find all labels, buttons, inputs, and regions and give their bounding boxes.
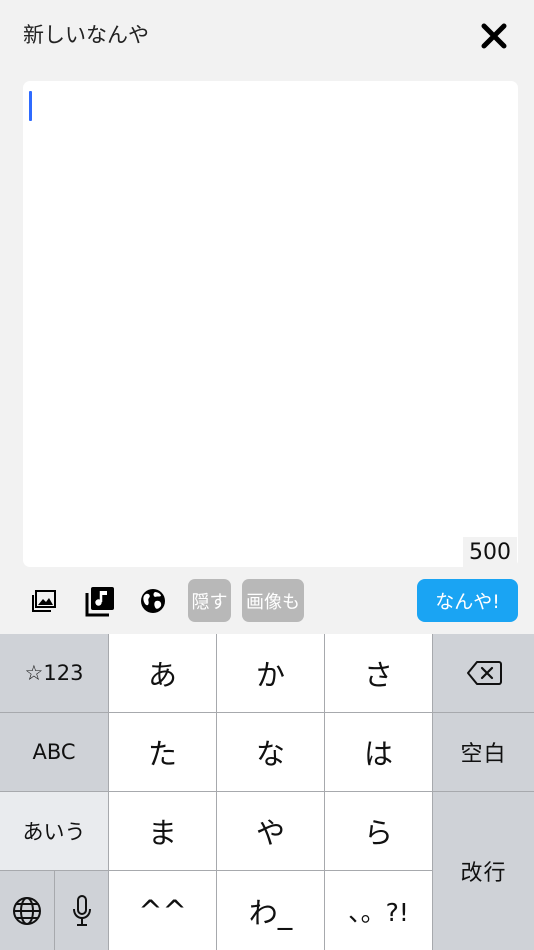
kana-key-ha[interactable]: は	[325, 713, 432, 791]
globe-icon	[141, 589, 165, 613]
punctuation-key[interactable]: 、。?!	[325, 871, 432, 950]
music-button[interactable]	[80, 583, 118, 619]
return-key[interactable]: 改行	[433, 792, 534, 950]
kana-key-wa[interactable]: わ_	[217, 871, 324, 950]
header: 新しいなんや	[0, 0, 534, 70]
close-icon	[481, 23, 507, 49]
japanese-keyboard: ☆123 ABC あいう あ か さ た な は ま や ら ^^ わ_ 、。?…	[0, 634, 534, 950]
globe-key[interactable]	[0, 871, 54, 950]
image-icon	[32, 590, 56, 612]
kana-key-ka[interactable]: か	[217, 634, 324, 712]
kana-key-ta[interactable]: た	[109, 713, 216, 791]
globe-icon	[13, 896, 41, 925]
character-counter: 500	[463, 537, 517, 567]
backspace-icon	[466, 661, 502, 685]
numbers-key[interactable]: ☆123	[0, 634, 108, 712]
image-button[interactable]	[25, 583, 63, 619]
close-button[interactable]	[476, 19, 512, 53]
dakuten-key[interactable]: ^^	[109, 871, 216, 950]
text-caret	[29, 91, 32, 121]
post-text-input[interactable]	[23, 81, 518, 567]
kana-key-na[interactable]: な	[217, 713, 324, 791]
kana-key-a[interactable]: あ	[109, 634, 216, 712]
space-key[interactable]: 空白	[433, 713, 534, 791]
hiragana-key[interactable]: あいう	[0, 792, 108, 870]
music-library-icon	[85, 586, 114, 616]
abc-key[interactable]: ABC	[0, 713, 108, 791]
submit-button[interactable]: なんや!	[417, 579, 518, 622]
image-toggle[interactable]: 画像も	[242, 579, 304, 622]
microphone-icon	[72, 894, 91, 926]
kana-key-ra[interactable]: ら	[325, 792, 432, 870]
backspace-key[interactable]	[433, 634, 534, 712]
kana-key-ya[interactable]: や	[217, 792, 324, 870]
kana-key-sa[interactable]: さ	[325, 634, 432, 712]
microphone-key[interactable]	[55, 871, 108, 950]
hide-toggle[interactable]: 隠す	[188, 579, 231, 622]
page-title: 新しいなんや	[23, 23, 149, 47]
kana-key-ma[interactable]: ま	[109, 792, 216, 870]
globe-button[interactable]	[134, 583, 172, 619]
